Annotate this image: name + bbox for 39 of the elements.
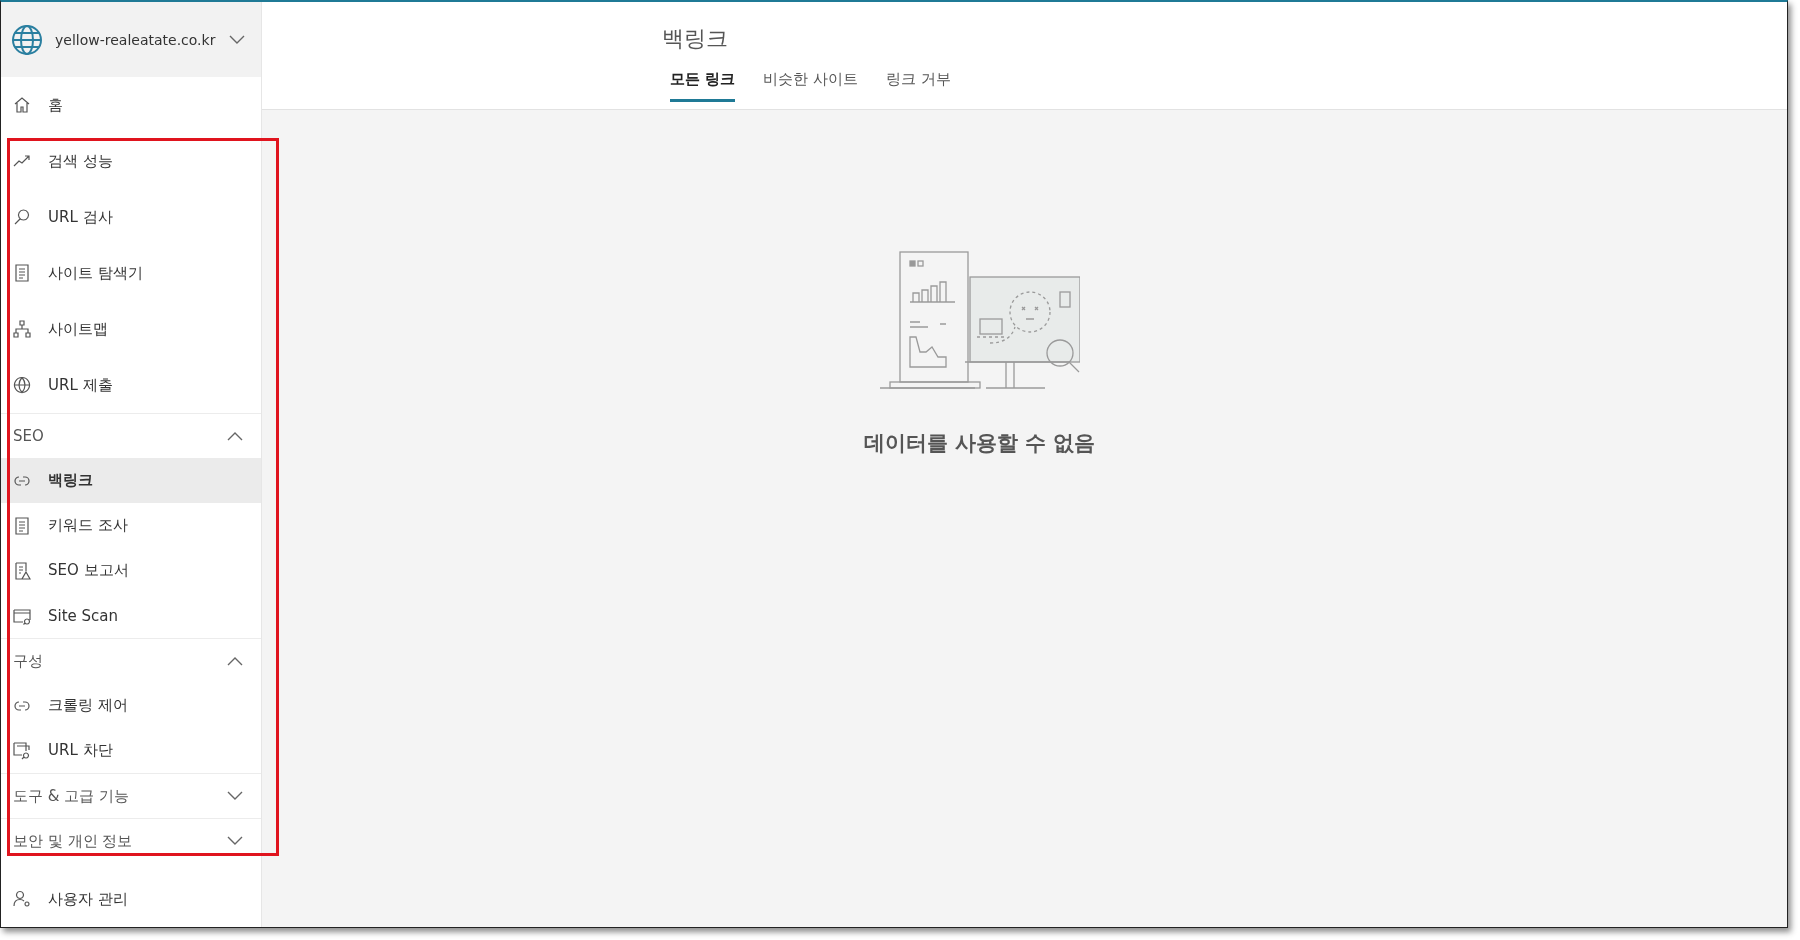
nav-group-header[interactable]: 구성 (1, 639, 261, 683)
nav-item[interactable]: Site Scan (1, 593, 261, 638)
site-selector[interactable]: yellow-realeatate.co.kr (1, 2, 261, 77)
chevron-icon (227, 656, 243, 666)
nav-item[interactable]: 키워드 조사 (1, 503, 261, 548)
browser-window-icon (13, 606, 31, 625)
home-icon (13, 96, 31, 114)
nav-item[interactable]: 사용자 관리 (1, 871, 261, 927)
empty-state-message: 데이터를 사용할 수 없음 (863, 430, 1096, 457)
chevron-icon (227, 431, 243, 441)
user-icon (13, 890, 31, 908)
tab[interactable]: 모든 링크 (670, 70, 736, 102)
nav-item[interactable]: URL 제출 (1, 357, 261, 413)
report-icon (13, 561, 31, 580)
nav-item[interactable]: 사이트 탐색기 (1, 245, 261, 301)
nav-item[interactable]: 홈 (1, 77, 261, 133)
chevron-icon (227, 836, 243, 846)
nav-group-header[interactable]: 보안 및 개인 정보 (1, 819, 261, 863)
nav-item[interactable]: URL 검사 (1, 189, 261, 245)
sitemap-icon (13, 320, 31, 338)
globe-icon (11, 23, 43, 56)
tab[interactable]: 링크 거부 (886, 70, 951, 102)
document-icon (13, 516, 31, 535)
chevron-icon (227, 791, 243, 801)
nav-item[interactable]: SEO 보고서 (1, 548, 261, 593)
document-icon (13, 264, 31, 282)
page-title: 백링크 (662, 25, 729, 53)
nav-item[interactable]: 사이트맵 (1, 301, 261, 357)
nav-group-header[interactable]: 도구 & 고급 기능 (1, 774, 261, 818)
chevron-icon (229, 34, 245, 45)
blocked-window-icon (13, 741, 31, 760)
search-icon (13, 208, 31, 226)
nav-item[interactable]: 백링크 (1, 458, 261, 503)
nav-item[interactable]: URL 차단 (1, 728, 261, 773)
tab[interactable]: 비슷한 사이트 (763, 70, 858, 102)
nav-item[interactable]: 크롤링 제어 (1, 683, 261, 728)
nav-item[interactable]: 검색 성능 (1, 133, 261, 189)
nav-group-header[interactable]: SEO (1, 414, 261, 458)
globe-icon (13, 376, 31, 394)
